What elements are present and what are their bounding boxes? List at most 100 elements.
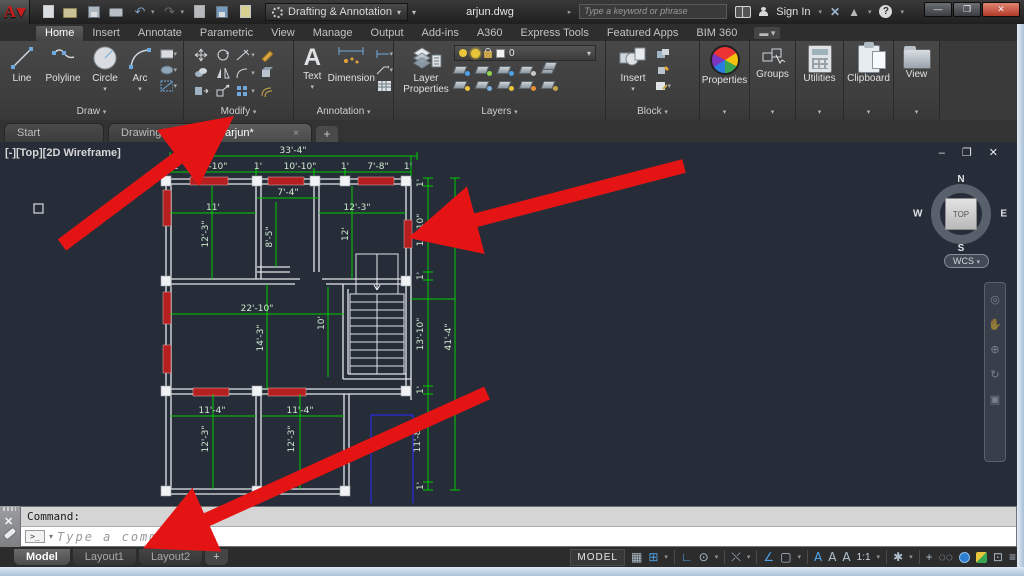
create-block-icon[interactable] xyxy=(654,63,671,76)
fillet-icon[interactable]: ▾ xyxy=(234,64,256,82)
text-button[interactable]: A Text ▾ xyxy=(298,41,327,101)
iso-caret-icon[interactable]: ▾ xyxy=(747,553,751,561)
viewcube-top-face[interactable]: TOP xyxy=(945,198,977,230)
polyline-button[interactable]: Polyline xyxy=(40,41,86,101)
minimize-button[interactable]: — xyxy=(924,2,952,17)
tab-express-tools[interactable]: Express Tools xyxy=(512,26,598,41)
new-layout-button[interactable]: + xyxy=(205,549,228,565)
redo-caret-icon[interactable]: ▾ xyxy=(181,8,185,16)
app-menu-button[interactable]: A ▾ xyxy=(0,0,30,24)
tab-a360[interactable]: A360 xyxy=(468,26,512,41)
viewcube-north[interactable]: N xyxy=(957,174,964,185)
sign-in-caret-icon[interactable]: ▾ xyxy=(819,8,823,16)
layer-prev-icon[interactable] xyxy=(474,64,492,76)
groups-panel-caret[interactable]: ▾ xyxy=(750,106,795,119)
layer-states-icon[interactable] xyxy=(540,62,558,76)
infocenter-expand-icon[interactable]: ▸ xyxy=(568,8,572,16)
tab-manage[interactable]: Manage xyxy=(304,26,362,41)
zoom-icon[interactable]: ⊕ xyxy=(990,345,999,356)
render-icon[interactable] xyxy=(214,5,230,19)
properties-panel-caret[interactable]: ▾ xyxy=(700,106,749,119)
view-panel-caret[interactable]: ▾ xyxy=(894,106,939,119)
wcs-dropdown[interactable]: WCS ▾ xyxy=(943,254,989,268)
tab-addins[interactable]: Add-ins xyxy=(413,26,468,41)
command-wrench-icon[interactable] xyxy=(3,527,17,540)
view-button[interactable]: View xyxy=(894,41,939,101)
tab-home[interactable]: Home xyxy=(36,26,84,41)
move-icon[interactable] xyxy=(190,46,212,64)
arc-button[interactable]: Arc ▾ xyxy=(124,41,156,101)
groups-button[interactable]: Groups xyxy=(750,41,795,101)
layer-walk-icon[interactable] xyxy=(540,79,558,91)
object-snap-icon[interactable]: ▢ xyxy=(780,550,791,564)
workspace-gear-icon[interactable]: ✱ xyxy=(893,550,903,564)
layer-isolate-icon[interactable] xyxy=(496,64,514,76)
customization-menu-icon[interactable]: ≡ xyxy=(1009,550,1016,564)
osnap-caret-icon[interactable]: ▾ xyxy=(797,553,801,561)
stretch-icon[interactable] xyxy=(190,82,212,100)
customization-plus-icon[interactable]: + xyxy=(926,550,933,564)
tab-annotate[interactable]: Annotate xyxy=(129,26,191,41)
layer-thaw-icon[interactable] xyxy=(496,79,514,91)
tab-insert[interactable]: Insert xyxy=(83,26,129,41)
leader-icon[interactable]: ▾ xyxy=(376,63,393,76)
help-caret-icon[interactable]: ▾ xyxy=(900,8,904,16)
circle-button[interactable]: Circle ▾ xyxy=(86,41,124,101)
utilities-panel-caret[interactable]: ▾ xyxy=(796,106,843,119)
viewcube-south[interactable]: S xyxy=(958,243,965,254)
exchange-apps-icon[interactable]: ✕ xyxy=(830,5,840,19)
file-tab-start[interactable]: Start xyxy=(4,123,104,142)
insert-button[interactable]: Insert ▾ xyxy=(612,41,654,101)
redo-icon[interactable]: ↷ xyxy=(162,5,178,19)
explode-icon[interactable] xyxy=(256,64,278,82)
polar-tracking-icon[interactable]: ⊙ xyxy=(699,550,709,564)
viewcube[interactable]: TOP N S W E xyxy=(913,174,1007,254)
pan-icon[interactable]: ✋ xyxy=(988,320,1002,331)
annotation-scale-value[interactable]: 1:1 xyxy=(857,552,871,563)
edit-attribute-icon[interactable] xyxy=(654,47,671,60)
communication-caret-icon[interactable]: ▾ xyxy=(868,8,872,16)
annotation-scale-icon[interactable]: 𝖠 xyxy=(842,550,850,564)
linear-dim-icon[interactable]: ▾ xyxy=(376,47,393,60)
tab-featured-apps[interactable]: Featured Apps xyxy=(598,26,688,41)
annotation-visibility-icon[interactable]: 𝖠 xyxy=(814,550,822,564)
offset-icon[interactable] xyxy=(256,82,278,100)
plot-icon[interactable] xyxy=(109,5,125,19)
block-editor-icon[interactable]: ▾ xyxy=(654,79,671,92)
undo-icon[interactable]: ↶ xyxy=(132,5,148,19)
file-tab-arjun[interactable]: arjun* × xyxy=(212,123,312,142)
clipboard-panel-caret[interactable]: ▾ xyxy=(844,106,893,119)
layer-color-swatch[interactable] xyxy=(496,48,505,58)
markup-icon[interactable] xyxy=(237,5,253,19)
modify-panel-label[interactable]: Modify ▾ xyxy=(184,106,293,119)
close-tab-icon[interactable]: × xyxy=(293,128,299,139)
tab-view[interactable]: View xyxy=(262,26,304,41)
line-button[interactable]: Line xyxy=(4,41,40,101)
preview-sheet-icon[interactable] xyxy=(191,5,207,19)
undo-caret-icon[interactable]: ▾ xyxy=(151,8,155,16)
array-icon[interactable]: ▾ xyxy=(234,82,256,100)
draw-panel-label[interactable]: Draw ▾ xyxy=(0,106,183,119)
new-file-icon[interactable] xyxy=(40,5,56,19)
command-grip-handle[interactable] xyxy=(3,507,16,511)
layer-properties-button[interactable]: Layer Properties xyxy=(398,41,454,101)
model-space-button[interactable]: MODEL xyxy=(570,548,625,566)
layout-tab-layout2[interactable]: Layout2 xyxy=(138,549,203,565)
workspace-switcher[interactable]: Drafting & Annotation ▾ xyxy=(265,3,409,21)
command-prompt-caret-icon[interactable]: ▾ xyxy=(49,532,53,541)
restore-button[interactable]: ❐ xyxy=(953,2,981,17)
viewcube-west[interactable]: W xyxy=(913,209,922,220)
notifications-icon[interactable] xyxy=(975,551,987,563)
annotation-autoscale-icon[interactable]: 𝖠 xyxy=(828,550,836,564)
erase-icon[interactable] xyxy=(256,46,278,64)
block-panel-label[interactable]: Block ▾ xyxy=(606,106,699,119)
copy-icon[interactable] xyxy=(190,64,212,82)
navigation-bar[interactable]: ◎ ✋ ⊕ ↻ ▣ xyxy=(984,282,1006,462)
command-input-row[interactable]: >_ ▾ Type a command xyxy=(21,527,1016,546)
layer-unlock-icon[interactable] xyxy=(518,64,536,76)
search-input[interactable]: Type a keyword or phrase xyxy=(579,4,728,19)
command-close-icon[interactable]: ✕ xyxy=(4,515,13,528)
layer-current-icon[interactable] xyxy=(518,79,536,91)
snap-caret-icon[interactable]: ▾ xyxy=(664,553,668,561)
workspace-caret-icon[interactable]: ▾ xyxy=(909,553,913,561)
